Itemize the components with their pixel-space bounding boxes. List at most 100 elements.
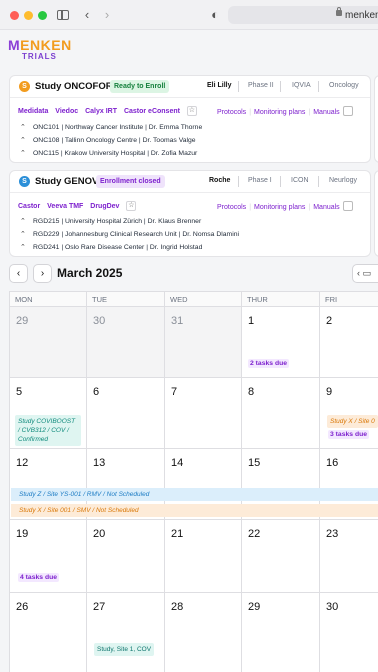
day-cell[interactable]: 29 [242, 593, 320, 672]
site-row[interactable]: ⌃ RGD229 | Johannesburg Clinical Research… [20, 230, 239, 240]
therapeutic-area-label: Oncology [329, 82, 359, 89]
address-text[interactable]: menkentr [345, 10, 378, 21]
prev-month-button[interactable]: ‹ [9, 264, 28, 283]
site-info: ONC115 | Krakow University Hospital | Dr… [33, 150, 198, 157]
day-cell[interactable]: 6 [87, 378, 165, 449]
multi-day-event-blue[interactable]: Study Z / Site YS-001 / RMV / Not Schedu… [11, 488, 378, 501]
event-line: Study COVIBOOST [18, 418, 76, 425]
day-cell[interactable]: 28 [165, 593, 242, 672]
day-cell[interactable]: 30 [320, 593, 378, 672]
day-number: 22 [248, 528, 261, 540]
day-cell[interactable]: 31 [165, 307, 242, 378]
site-row[interactable]: ⌃ ONC115 | Krakow University Hospital | D… [20, 149, 197, 159]
logo-word: ENKEN [20, 37, 72, 53]
day-cell[interactable]: 1 2 tasks due [242, 307, 320, 378]
day-number: 9 [326, 386, 333, 398]
expand-caret-icon[interactable]: ⌃ [20, 136, 28, 144]
star-icon[interactable]: ☆ [186, 106, 197, 116]
visit-event[interactable]: Study COVIBOOST / CVB312 / COV / Confirm… [15, 415, 81, 446]
expand-caret-icon[interactable]: ⌃ [20, 149, 28, 157]
expand-caret-icon[interactable]: ⌃ [20, 243, 28, 251]
day-number: 23 [326, 528, 339, 540]
multi-day-event-orange[interactable]: Study X / Site 001 / SMV / Not Scheduled [11, 504, 378, 517]
tasks-due-badge[interactable]: 4 tasks due [18, 573, 60, 582]
weekday-header: MON [10, 292, 87, 307]
study-tools: Castor Veeva TMF DrugDev ☆ [18, 201, 141, 212]
day-number: 2 [326, 315, 333, 327]
back-arrow-icon[interactable]: ‹ [80, 8, 94, 22]
day-cell[interactable]: 9 Study X / Site 0 3 tasks due [320, 378, 378, 449]
day-cell[interactable]: 7 [165, 378, 242, 449]
protocols-link[interactable]: Protocols [217, 109, 246, 116]
external-link-icon[interactable] [342, 201, 353, 211]
zoom-window-button[interactable] [38, 11, 47, 20]
study-tools: Medidata Viedoc Calyx IRT Castor eConsen… [18, 106, 202, 117]
day-cell[interactable]: 5 Study COVIBOOST / CVB312 / COV / Confi… [10, 378, 87, 449]
star-icon[interactable]: ☆ [126, 201, 137, 211]
forward-arrow-icon[interactable]: › [100, 8, 114, 22]
tool-link[interactable]: Medidata [18, 108, 48, 115]
weekday-header: THUR [242, 292, 320, 307]
site-row[interactable]: ⌃ RGD215 | University Hospital Zürich | D… [20, 217, 201, 227]
monitoring-plans-link[interactable]: Monitoring plans [254, 109, 305, 116]
day-cell[interactable]: 2 [320, 307, 378, 378]
study-doc-links: Protocols | Monitoring plans | Manuals [217, 201, 353, 212]
tasks-due-badge[interactable]: 3 tasks due [328, 430, 370, 439]
study-title[interactable]: Study ONCOFORM [35, 81, 121, 92]
site-row[interactable]: ⌃ ONC108 | Tallinn Oncology Centre | Dr. … [20, 136, 196, 146]
phase-label: Phase II [248, 82, 274, 89]
day-cell[interactable]: 27 Study, Site 1, COV [87, 593, 165, 672]
day-cell[interactable]: 19 4 tasks due [10, 520, 87, 593]
visit-event[interactable]: Study X / Site 0 [327, 415, 378, 428]
site-row[interactable]: ⌃ RGD241 | Oslo Rare Disease Center | Dr.… [20, 243, 202, 253]
day-cell[interactable]: 21 [165, 520, 242, 593]
logo-initial: M [8, 37, 21, 53]
expand-caret-icon[interactable]: ⌃ [20, 230, 28, 238]
day-cell[interactable]: 22 [242, 520, 320, 593]
app-logo[interactable]: MENKEN TRIALS [8, 38, 78, 64]
visit-event[interactable]: Study, Site 1, COV [94, 643, 155, 656]
tool-link[interactable]: Viedoc [55, 108, 78, 115]
day-cell[interactable]: 23 [320, 520, 378, 593]
monitoring-plans-link[interactable]: Monitoring plans [254, 204, 305, 211]
chevron-left-icon: ‹ [357, 268, 360, 278]
tool-link[interactable]: Veeva TMF [47, 203, 83, 210]
day-number: 30 [93, 315, 106, 327]
tool-link[interactable]: DrugDev [90, 203, 119, 210]
day-cell[interactable]: 29 [10, 307, 87, 378]
sponsor-label: Roche [209, 177, 231, 184]
cro-label: ICON [291, 177, 309, 184]
protocols-link[interactable]: Protocols [217, 204, 246, 211]
minimize-window-button[interactable] [24, 11, 33, 20]
expand-caret-icon[interactable]: ⌃ [20, 123, 28, 131]
tool-link[interactable]: Castor [18, 203, 40, 210]
view-toggle-button[interactable]: ‹ ▭ [352, 264, 378, 283]
sidebar-toggle-icon[interactable] [57, 10, 69, 20]
day-cell[interactable]: 26 [10, 593, 87, 672]
day-number: 31 [171, 315, 184, 327]
site-row[interactable]: ⌃ ONC101 | Northway Cancer Institute | Dr… [20, 123, 202, 133]
day-number: 29 [16, 315, 29, 327]
divider [318, 176, 319, 187]
event-line: / CVB312 / COV / [18, 427, 69, 434]
tool-link[interactable]: Castor eConsent [124, 108, 180, 115]
phase-label: Phase I [248, 177, 272, 184]
close-window-button[interactable] [10, 11, 19, 20]
day-number: 29 [248, 601, 261, 613]
study-card-genova: S Study GENOVA Enrollment closed Roche P… [9, 170, 371, 257]
study-title[interactable]: Study GENOVA [35, 176, 105, 187]
day-cell[interactable]: 20 [87, 520, 165, 593]
tool-link[interactable]: Calyx IRT [85, 108, 117, 115]
study-doc-links: Protocols | Monitoring plans | Manuals [217, 106, 353, 117]
manuals-link[interactable]: Manuals [313, 204, 339, 211]
therapeutic-area-label: Neurlogy [329, 177, 358, 184]
day-number: 15 [248, 457, 261, 469]
day-cell[interactable]: 30 [87, 307, 165, 378]
next-month-button[interactable]: › [33, 264, 52, 283]
tasks-due-badge[interactable]: 2 tasks due [248, 359, 290, 368]
shield-icon[interactable]: ◐ [208, 8, 222, 22]
manuals-link[interactable]: Manuals [313, 109, 339, 116]
day-cell[interactable]: 8 [242, 378, 320, 449]
expand-caret-icon[interactable]: ⌃ [20, 217, 28, 225]
external-link-icon[interactable] [342, 106, 353, 116]
